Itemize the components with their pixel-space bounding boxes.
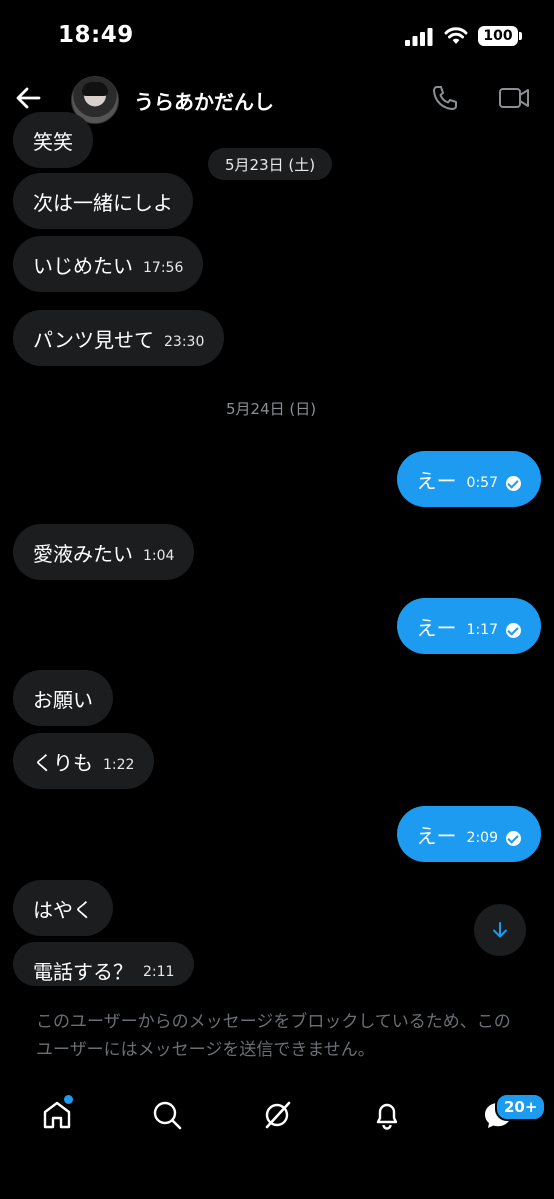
message-text: くりも bbox=[33, 750, 93, 775]
message-bubble-outgoing[interactable]: えー 2:09 bbox=[396, 806, 541, 862]
read-check-icon bbox=[506, 622, 521, 638]
conversation-title[interactable]: うらあかだんし bbox=[134, 86, 274, 115]
grok-icon[interactable] bbox=[260, 1098, 294, 1132]
arrow-down-icon bbox=[493, 922, 507, 938]
message-text: 電話する？ bbox=[33, 960, 133, 984]
message-text: はやく bbox=[33, 897, 93, 922]
home-notification-dot bbox=[62, 1093, 75, 1106]
video-icon[interactable] bbox=[498, 84, 530, 112]
message-bubble-incoming[interactable]: 笑笑 bbox=[13, 112, 93, 168]
message-bubble-incoming[interactable]: 電話する？ 2:11 bbox=[13, 942, 195, 986]
message-time: 23:30 bbox=[164, 334, 205, 350]
message-time: 1:22 bbox=[103, 757, 135, 773]
message-time: 1:04 bbox=[143, 548, 175, 564]
message-bubble-incoming[interactable]: くりも 1:22 bbox=[13, 733, 155, 789]
phone-icon[interactable] bbox=[430, 83, 460, 113]
message-text: 愛液みたい bbox=[33, 541, 133, 566]
message-text: 笑笑 bbox=[33, 129, 73, 154]
message-bubble-incoming[interactable]: 愛液みたい 1:04 bbox=[13, 524, 195, 580]
read-check-icon bbox=[506, 475, 521, 491]
message-time: 0:57 bbox=[466, 475, 498, 491]
message-text: いじめたい bbox=[33, 253, 133, 278]
battery-indicator: 100 bbox=[478, 26, 518, 46]
message-bubble-incoming[interactable]: いじめたい 17:56 bbox=[13, 236, 204, 292]
date-separator: 5月24日 (日) bbox=[226, 400, 317, 418]
message-time: 2:11 bbox=[143, 964, 175, 980]
bell-icon[interactable] bbox=[370, 1098, 404, 1132]
scroll-to-bottom-button[interactable] bbox=[474, 904, 526, 956]
message-bubble-incoming[interactable]: はやく bbox=[13, 880, 113, 936]
message-text: パンツ見せて bbox=[33, 327, 154, 352]
message-text: お願い bbox=[33, 687, 93, 712]
message-bubble-outgoing[interactable]: えー 0:57 bbox=[396, 451, 541, 507]
message-time: 1:17 bbox=[466, 622, 498, 638]
wifi-icon bbox=[444, 27, 468, 44]
message-bubble-incoming[interactable]: 次は一緒にしよ bbox=[13, 173, 193, 229]
message-text: えー bbox=[416, 468, 457, 493]
search-icon[interactable] bbox=[150, 1098, 184, 1132]
blocked-notice: このユーザーからのメッセージをブロックしているため、このユーザーにはメッセージを… bbox=[36, 1012, 511, 1060]
message-bubble-incoming[interactable]: パンツ見せて 23:30 bbox=[13, 310, 225, 366]
message-bubble-outgoing[interactable]: えー 1:17 bbox=[396, 598, 541, 654]
message-time: 2:09 bbox=[466, 830, 498, 846]
messages-badge: 20+ bbox=[495, 1093, 547, 1121]
cellular-signal-icon bbox=[405, 28, 433, 46]
date-separator: 5月23日 (土) bbox=[208, 148, 333, 180]
back-arrow-icon[interactable] bbox=[14, 84, 42, 112]
message-text: 次は一緒にしよ bbox=[33, 190, 173, 215]
read-check-icon bbox=[506, 830, 521, 846]
status-time: 18:49 bbox=[58, 22, 134, 48]
message-text: えー bbox=[416, 615, 457, 640]
message-bubble-incoming[interactable]: お願い bbox=[13, 670, 113, 726]
message-time: 17:56 bbox=[143, 260, 184, 276]
message-text: えー bbox=[416, 823, 457, 848]
battery-tip bbox=[519, 32, 522, 40]
